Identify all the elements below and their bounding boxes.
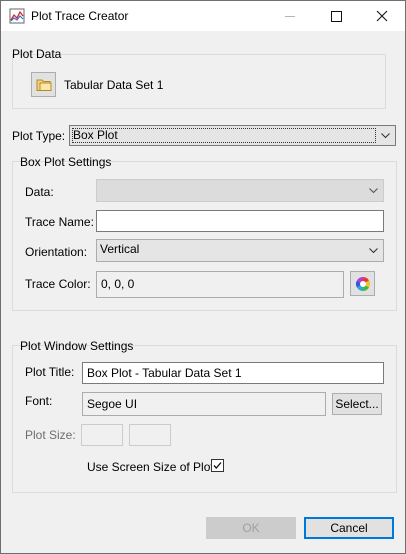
title-bar[interactable]: Plot Trace Creator [1, 1, 405, 31]
close-button[interactable] [359, 1, 405, 31]
trace-color-label: Trace Color: [25, 277, 91, 291]
plot-trace-creator-window: Plot Trace Creator Plot Data Tabular Dat… [0, 0, 406, 554]
trace-color-value: 0, 0, 0 [101, 277, 135, 291]
orientation-label: Orientation: [25, 245, 88, 259]
chart-app-icon [9, 8, 25, 24]
plot-type-value: Box Plot [73, 128, 118, 142]
trace-color-field: 0, 0, 0 [96, 271, 344, 298]
data-select[interactable] [96, 179, 384, 202]
dataset-button[interactable] [31, 72, 56, 97]
checkmark-icon [213, 462, 222, 469]
plot-title-input[interactable]: Box Plot - Tabular Data Set 1 [82, 362, 384, 384]
use-screen-size-checkbox[interactable] [211, 459, 224, 472]
folder-icon [36, 79, 51, 91]
select-font-button[interactable]: Select... [332, 393, 382, 415]
trace-name-label: Trace Name: [25, 215, 94, 229]
chevron-down-icon [381, 132, 390, 138]
data-label: Data: [25, 185, 54, 199]
box-plot-settings-group-label: Box Plot Settings [20, 155, 112, 169]
dataset-label: Tabular Data Set 1 [64, 78, 164, 92]
orientation-select[interactable]: Vertical [96, 239, 384, 262]
orientation-value: Vertical [100, 242, 140, 256]
plot-height-input[interactable] [129, 424, 171, 446]
cancel-button[interactable]: Cancel [304, 517, 394, 539]
color-picker-button[interactable] [350, 271, 375, 296]
plot-data-group-label: Plot Data [12, 47, 62, 61]
color-wheel-icon [355, 276, 370, 291]
plot-type-select[interactable]: Box Plot [69, 125, 396, 146]
window-title: Plot Trace Creator [31, 9, 129, 23]
maximize-icon [330, 10, 342, 22]
trace-name-input[interactable] [96, 210, 384, 232]
chevron-down-icon [369, 187, 378, 193]
plot-title-value: Box Plot - Tabular Data Set 1 [87, 366, 242, 380]
minimize-button[interactable] [267, 1, 313, 31]
plot-type-label: Plot Type: [12, 129, 66, 143]
use-screen-size-label: Use Screen Size of Plot: [87, 460, 218, 474]
plot-window-settings-group-label: Plot Window Settings [20, 339, 134, 353]
plot-title-label: Plot Title: [25, 365, 75, 379]
font-value: Segoe UI [87, 397, 138, 411]
ok-button[interactable]: OK [206, 517, 296, 539]
font-field: Segoe UI [82, 392, 326, 416]
maximize-button[interactable] [313, 1, 359, 31]
plot-width-input[interactable] [81, 424, 123, 446]
plot-size-label: Plot Size: [25, 428, 76, 442]
chevron-down-icon [369, 247, 378, 253]
minimize-icon [285, 15, 295, 17]
close-icon [376, 10, 388, 22]
font-label: Font: [25, 394, 53, 408]
